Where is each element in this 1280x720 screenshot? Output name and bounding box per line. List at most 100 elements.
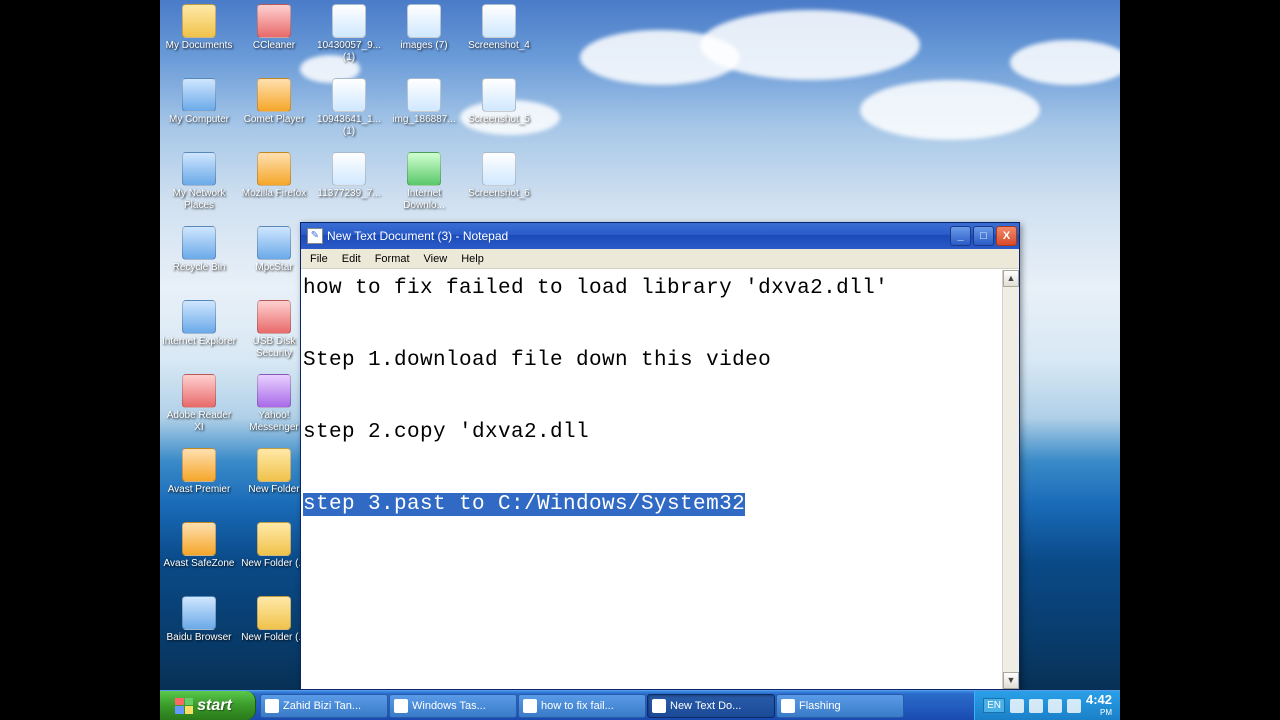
taskbar-item-icon bbox=[523, 699, 537, 713]
icon-label: My Computer bbox=[162, 114, 236, 126]
icon-image bbox=[332, 78, 366, 112]
editor-textarea[interactable]: how to fix failed to load library 'dxva2… bbox=[301, 270, 1002, 689]
menu-view[interactable]: View bbox=[417, 251, 455, 267]
language-indicator[interactable]: EN bbox=[983, 698, 1005, 713]
icon-image bbox=[182, 448, 216, 482]
icon-label: images (7) bbox=[387, 40, 461, 52]
icon-label: img_186887... bbox=[387, 114, 461, 126]
icon-label: Avast Premier bbox=[162, 484, 236, 496]
scroll-up-button[interactable]: ▲ bbox=[1003, 270, 1019, 287]
taskbar-item-icon bbox=[652, 699, 666, 713]
icon-image bbox=[332, 152, 366, 186]
desktop-icon[interactable]: Recycle Bin bbox=[162, 226, 236, 274]
desktop-icon[interactable]: 10943641_1... (1) bbox=[312, 78, 386, 138]
titlebar[interactable]: ✎ New Text Document (3) - Notepad _ □ X bbox=[301, 223, 1019, 249]
taskbar-item[interactable]: Flashing bbox=[776, 694, 904, 718]
icon-image bbox=[257, 596, 291, 630]
icon-image bbox=[182, 78, 216, 112]
taskbar-item[interactable]: how to fix fail... bbox=[518, 694, 646, 718]
icon-label: My Network Places bbox=[162, 188, 236, 212]
notepad-icon: ✎ bbox=[307, 228, 323, 244]
editor-selected-line: step 3.past to C:/Windows/System32 bbox=[303, 493, 745, 516]
taskbar-item-label: how to fix fail... bbox=[541, 700, 614, 712]
taskbar-item[interactable]: New Text Do... bbox=[647, 694, 775, 718]
desktop-icon[interactable]: Screenshot_4 bbox=[462, 4, 536, 52]
icon-label: Internet Downlo... bbox=[387, 188, 461, 212]
desktop-icon[interactable]: Avast Premier bbox=[162, 448, 236, 496]
icon-label: Recycle Bin bbox=[162, 262, 236, 274]
desktop-icon[interactable]: CCleaner bbox=[237, 4, 311, 52]
desktop-icon[interactable]: Adobe Reader XI bbox=[162, 374, 236, 434]
icon-image bbox=[257, 4, 291, 38]
maximize-button[interactable]: □ bbox=[973, 226, 994, 246]
notepad-window: ✎ New Text Document (3) - Notepad _ □ X … bbox=[300, 222, 1020, 690]
icon-label: 10943641_1... (1) bbox=[312, 114, 386, 138]
tray-icon[interactable] bbox=[1010, 699, 1024, 713]
taskbar-item[interactable]: Windows Tas... bbox=[389, 694, 517, 718]
icon-label: Internet Explorer bbox=[162, 336, 236, 348]
system-tray[interactable]: EN 4:42 PM bbox=[974, 691, 1120, 720]
taskbar-item-icon bbox=[394, 699, 408, 713]
icon-image bbox=[332, 4, 366, 38]
desktop-icon[interactable]: Mozilla Firefox bbox=[237, 152, 311, 200]
editor-line: Step 1.download file down this video bbox=[303, 349, 771, 372]
start-label: start bbox=[197, 697, 232, 715]
icon-label: Adobe Reader XI bbox=[162, 410, 236, 434]
desktop-icon[interactable]: Comet Player bbox=[237, 78, 311, 126]
desktop-icon[interactable]: Screenshot_5 bbox=[462, 78, 536, 126]
editor-line: how to fix failed to load library 'dxva2… bbox=[303, 277, 888, 300]
icon-image bbox=[407, 152, 441, 186]
desktop-icon[interactable]: Screenshot_6 bbox=[462, 152, 536, 200]
taskbar-item[interactable]: Zahid Bizi Tan... bbox=[260, 694, 388, 718]
task-buttons: Zahid Bizi Tan... Windows Tas... how to fi… bbox=[256, 691, 974, 720]
scroll-track[interactable] bbox=[1003, 287, 1019, 672]
vertical-scrollbar[interactable]: ▲ ▼ bbox=[1002, 270, 1019, 689]
desktop-icon[interactable]: My Computer bbox=[162, 78, 236, 126]
icon-image bbox=[482, 152, 516, 186]
desktop-icon[interactable]: 11377239_7... bbox=[312, 152, 386, 200]
icon-image bbox=[182, 522, 216, 556]
taskbar-item-icon bbox=[265, 699, 279, 713]
tray-icon[interactable] bbox=[1048, 699, 1062, 713]
desktop-icon[interactable]: img_186887... bbox=[387, 78, 461, 126]
icon-label: Comet Player bbox=[237, 114, 311, 126]
start-button[interactable]: start bbox=[160, 691, 256, 720]
desktop-icon[interactable]: Baidu Browser bbox=[162, 596, 236, 644]
taskbar-item-label: Zahid Bizi Tan... bbox=[283, 700, 361, 712]
menu-edit[interactable]: Edit bbox=[335, 251, 368, 267]
desktop-icon[interactable]: Internet Downlo... bbox=[387, 152, 461, 212]
desktop-icon[interactable]: My Documents bbox=[162, 4, 236, 52]
taskbar-item-label: Windows Tas... bbox=[412, 700, 486, 712]
tray-icon[interactable] bbox=[1067, 699, 1081, 713]
icon-label: Baidu Browser bbox=[162, 632, 236, 644]
desktop-icon[interactable]: My Network Places bbox=[162, 152, 236, 212]
icon-label: 11377239_7... bbox=[312, 188, 386, 200]
icon-label: Screenshot_4 bbox=[462, 40, 536, 52]
taskbar-item-label: New Text Do... bbox=[670, 700, 741, 712]
editor-line: step 2.copy 'dxva2.dll bbox=[303, 421, 589, 444]
icon-image bbox=[182, 374, 216, 408]
desktop-icon[interactable]: Internet Explorer bbox=[162, 300, 236, 348]
menu-help[interactable]: Help bbox=[454, 251, 491, 267]
icon-label: 10430057_9... (1) bbox=[312, 40, 386, 64]
icon-image bbox=[407, 78, 441, 112]
icon-image bbox=[482, 4, 516, 38]
icon-image bbox=[182, 226, 216, 260]
clock-ampm: PM bbox=[1100, 708, 1112, 717]
icon-image bbox=[257, 522, 291, 556]
scroll-down-button[interactable]: ▼ bbox=[1003, 672, 1019, 689]
close-button[interactable]: X bbox=[996, 226, 1017, 246]
desktop-icon[interactable]: 10430057_9... (1) bbox=[312, 4, 386, 64]
clock[interactable]: 4:42 PM bbox=[1086, 694, 1112, 718]
tray-icon[interactable] bbox=[1029, 699, 1043, 713]
icon-label: Screenshot_6 bbox=[462, 188, 536, 200]
minimize-button[interactable]: _ bbox=[950, 226, 971, 246]
icon-image bbox=[182, 152, 216, 186]
menu-file[interactable]: File bbox=[303, 251, 335, 267]
taskbar: start Zahid Bizi Tan... Windows Tas... how… bbox=[160, 690, 1120, 720]
menu-format[interactable]: Format bbox=[368, 251, 417, 267]
icon-image bbox=[257, 226, 291, 260]
desktop-icon[interactable]: Avast SafeZone bbox=[162, 522, 236, 570]
desktop-icon[interactable]: images (7) bbox=[387, 4, 461, 52]
icon-image bbox=[182, 300, 216, 334]
